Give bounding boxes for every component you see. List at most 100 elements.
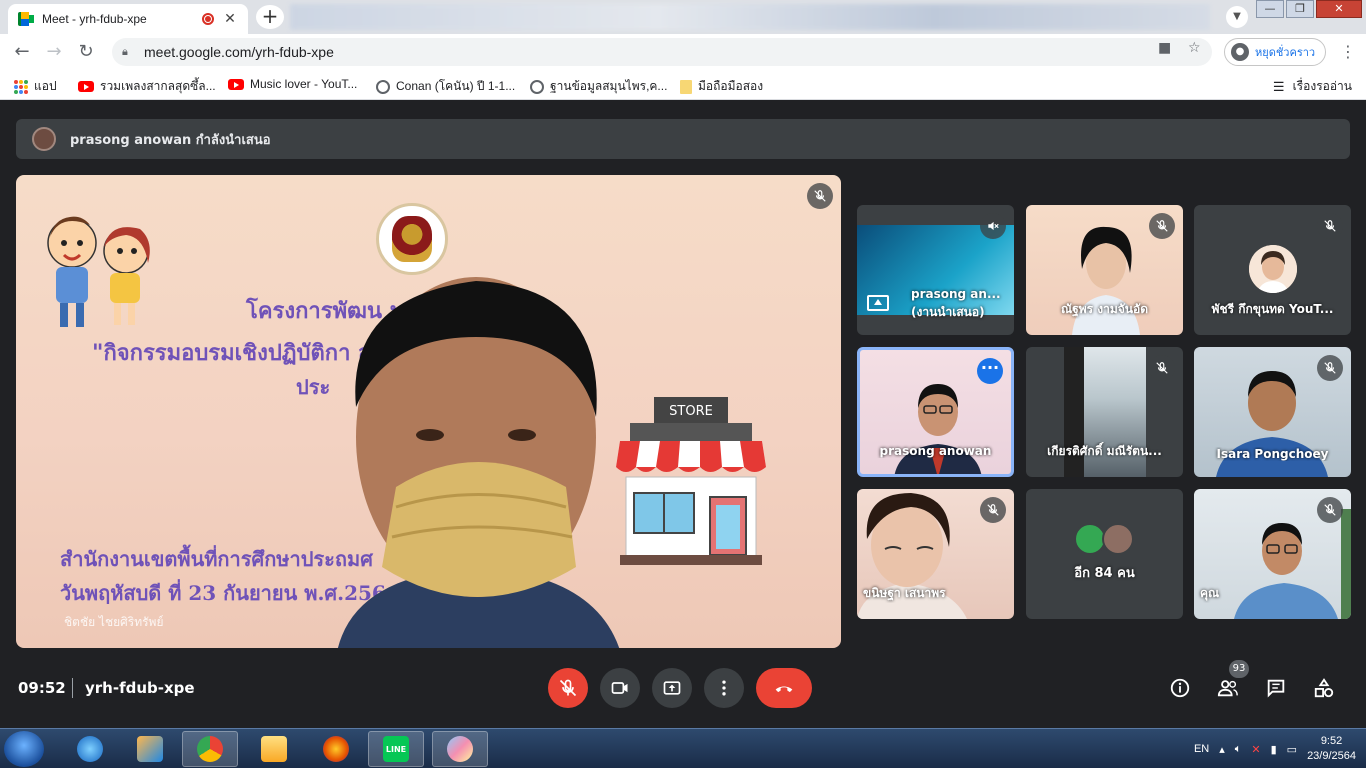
tile-label: คุณ bbox=[1200, 586, 1220, 600]
others-count: อีก 84 คน bbox=[1074, 566, 1135, 581]
taskbar-explorer[interactable] bbox=[246, 731, 302, 767]
minimize-button[interactable]: — bbox=[1256, 0, 1284, 18]
present-now-button[interactable] bbox=[652, 668, 692, 708]
browser-menu-icon[interactable]: ⋮ bbox=[1340, 42, 1356, 61]
tile-participant[interactable]: พัชรี กึกขุนทด YouT... bbox=[1194, 205, 1351, 335]
taskbar-paint[interactable] bbox=[432, 731, 488, 767]
meeting-details-button[interactable] bbox=[1168, 676, 1192, 700]
presenter-avatar bbox=[32, 127, 56, 151]
tile-participant[interactable]: Isara Pongchoey bbox=[1194, 347, 1351, 477]
back-icon[interactable]: ← bbox=[10, 40, 34, 64]
store-sign-text: STORE bbox=[669, 404, 713, 419]
activities-button[interactable] bbox=[1312, 676, 1336, 700]
folder-icon bbox=[261, 736, 287, 762]
presenter-banner-text: prasong anowan กำลังนำเสนอ bbox=[70, 132, 271, 148]
battery-icon[interactable]: ▭ bbox=[1287, 743, 1297, 756]
tile-presentation[interactable]: prasong an... (งานนำเสนอ) bbox=[857, 205, 1014, 335]
reload-icon[interactable]: ↻ bbox=[74, 40, 98, 64]
forward-icon[interactable]: → bbox=[42, 40, 66, 64]
more-options-button[interactable] bbox=[704, 668, 744, 708]
taskbar-chrome[interactable] bbox=[182, 731, 238, 767]
tab-meet[interactable]: Meet - yrh-fdub-xpe ✕ bbox=[8, 4, 248, 34]
others-avatars bbox=[1074, 523, 1134, 555]
people-icon bbox=[1217, 680, 1238, 697]
globe-icon bbox=[376, 79, 390, 94]
avatar bbox=[1102, 523, 1134, 555]
tile-label: prasong anowan bbox=[879, 444, 992, 458]
taskbar-media[interactable] bbox=[122, 731, 178, 767]
taskbar-firefox[interactable] bbox=[308, 731, 364, 767]
chat-button[interactable] bbox=[1264, 676, 1288, 700]
bookmark-item[interactable]: Conan (โคนัน) ปี 1-1... bbox=[376, 77, 515, 96]
bookmark-folder[interactable]: มือถือมือสอง bbox=[680, 77, 763, 96]
store-illustration: STORE bbox=[616, 397, 766, 565]
tile-participant[interactable]: ณัฐพร งามจันอัด bbox=[1026, 205, 1183, 335]
bookmark-star-icon[interactable]: ☆ bbox=[1188, 40, 1201, 56]
tile-participant[interactable]: ขนิษฐา เสนาพร bbox=[857, 489, 1014, 619]
camera-toggle-button[interactable] bbox=[600, 668, 640, 708]
browser-tabstrip: Meet - yrh-fdub-xpe ✕ + ▼ — ❐ ✕ bbox=[0, 0, 1366, 34]
main-participant-name: ชิตชัย ไชยศิริทรัพย์ bbox=[64, 615, 164, 629]
apps-icon bbox=[14, 79, 28, 94]
start-button[interactable] bbox=[4, 731, 44, 767]
pause-label: หยุดชั่วคราว bbox=[1255, 46, 1316, 59]
tile-participant-active[interactable]: prasong anowan ··· bbox=[857, 347, 1014, 477]
language-indicator[interactable]: EN bbox=[1194, 743, 1209, 755]
tile-participant-self[interactable]: คุณ bbox=[1194, 489, 1351, 619]
globe-icon bbox=[530, 79, 544, 94]
clock-time: 9:52 bbox=[1320, 735, 1343, 747]
network-icon[interactable]: ✕ bbox=[1251, 743, 1260, 756]
tile-label: เกียรติศักดิ์ มณีรัตน... bbox=[1047, 444, 1162, 458]
tile-participant[interactable]: เกียรติศักดิ์ มณีรัตน... bbox=[1026, 347, 1183, 477]
mic-toggle-button[interactable] bbox=[548, 668, 588, 708]
kids-cartoon bbox=[47, 216, 150, 327]
participant-video bbox=[894, 384, 982, 474]
bookmark-item[interactable]: Music lover - YouT... bbox=[228, 77, 357, 91]
tab-close-icon[interactable]: ✕ bbox=[222, 11, 238, 27]
mic-off-icon bbox=[807, 183, 833, 209]
reading-list-button[interactable]: ☰ เรื่องรออ่าน bbox=[1273, 77, 1352, 96]
lock-icon[interactable]: 🔒︎ bbox=[122, 45, 136, 59]
youtube-icon bbox=[78, 81, 94, 92]
tab-search-icon[interactable]: ▼ bbox=[1226, 6, 1248, 28]
tile-others[interactable]: อีก 84 คน bbox=[1026, 489, 1183, 619]
windows-taskbar: LINE EN ▴ 🔈︎ ✕ ▮ ▭ 9:52 23/9/2564 bbox=[0, 728, 1366, 768]
close-window-button[interactable]: ✕ bbox=[1316, 0, 1362, 18]
info-icon bbox=[1170, 678, 1190, 698]
camera-in-use-icon[interactable]: ■ bbox=[1158, 40, 1171, 56]
meet-logo-icon bbox=[18, 12, 34, 26]
new-tab-button[interactable]: + bbox=[256, 5, 284, 29]
bookmark-item[interactable]: ฐานข้อมูลสมุนไพร,ค... bbox=[530, 77, 667, 96]
participants-button[interactable] bbox=[1216, 676, 1240, 700]
tabstrip-background bbox=[290, 4, 1210, 30]
tile-label: prasong an... (งานนำเสนอ) bbox=[911, 287, 1001, 319]
volume-icon[interactable]: 🔈︎ bbox=[1235, 743, 1242, 756]
taskbar-clock[interactable]: 9:52 23/9/2564 bbox=[1307, 734, 1356, 764]
main-video[interactable]: โครงการพัฒน มบรณ์ "กิจกรรมอบรมเชิงปฏิบัต… bbox=[16, 175, 841, 648]
chrome-icon bbox=[197, 736, 223, 762]
present-screen-icon bbox=[663, 681, 681, 695]
system-tray: EN ▴ 🔈︎ ✕ ▮ ▭ 9:52 23/9/2564 bbox=[1194, 729, 1356, 768]
more-options-icon[interactable]: ··· bbox=[977, 358, 1003, 384]
participant-video bbox=[1234, 523, 1338, 619]
taskbar-ie[interactable] bbox=[62, 731, 118, 767]
present-screen-icon bbox=[867, 295, 889, 311]
paint-icon bbox=[447, 736, 473, 762]
tray-arrow-icon[interactable]: ▴ bbox=[1219, 743, 1225, 756]
taskbar-line[interactable]: LINE bbox=[368, 731, 424, 767]
bookmarks-bar: แอป รวมเพลงสากลสุดซึ้ล... Music lover - … bbox=[0, 70, 1366, 100]
camera-icon bbox=[611, 682, 628, 694]
mic-off-icon bbox=[1149, 355, 1175, 381]
address-bar[interactable]: 🔒︎ meet.google.com/yrh-fdub-xpe bbox=[112, 38, 1212, 66]
bookmark-item[interactable]: รวมเพลงสากลสุดซึ้ล... bbox=[78, 77, 216, 96]
signal-icon[interactable]: ▮ bbox=[1271, 743, 1277, 756]
tile-label: พัชรี กึกขุนทด YouT... bbox=[1211, 302, 1334, 316]
activities-icon bbox=[1314, 678, 1334, 698]
maximize-button[interactable]: ❐ bbox=[1286, 0, 1314, 18]
firefox-icon bbox=[323, 736, 349, 762]
bookmark-apps[interactable]: แอป bbox=[14, 77, 57, 96]
window-controls: — ❐ ✕ bbox=[1254, 0, 1362, 18]
more-vert-icon bbox=[722, 680, 726, 696]
profile-pause-button[interactable]: ● หยุดชั่วคราว bbox=[1224, 38, 1326, 66]
leave-call-button[interactable] bbox=[756, 668, 812, 708]
